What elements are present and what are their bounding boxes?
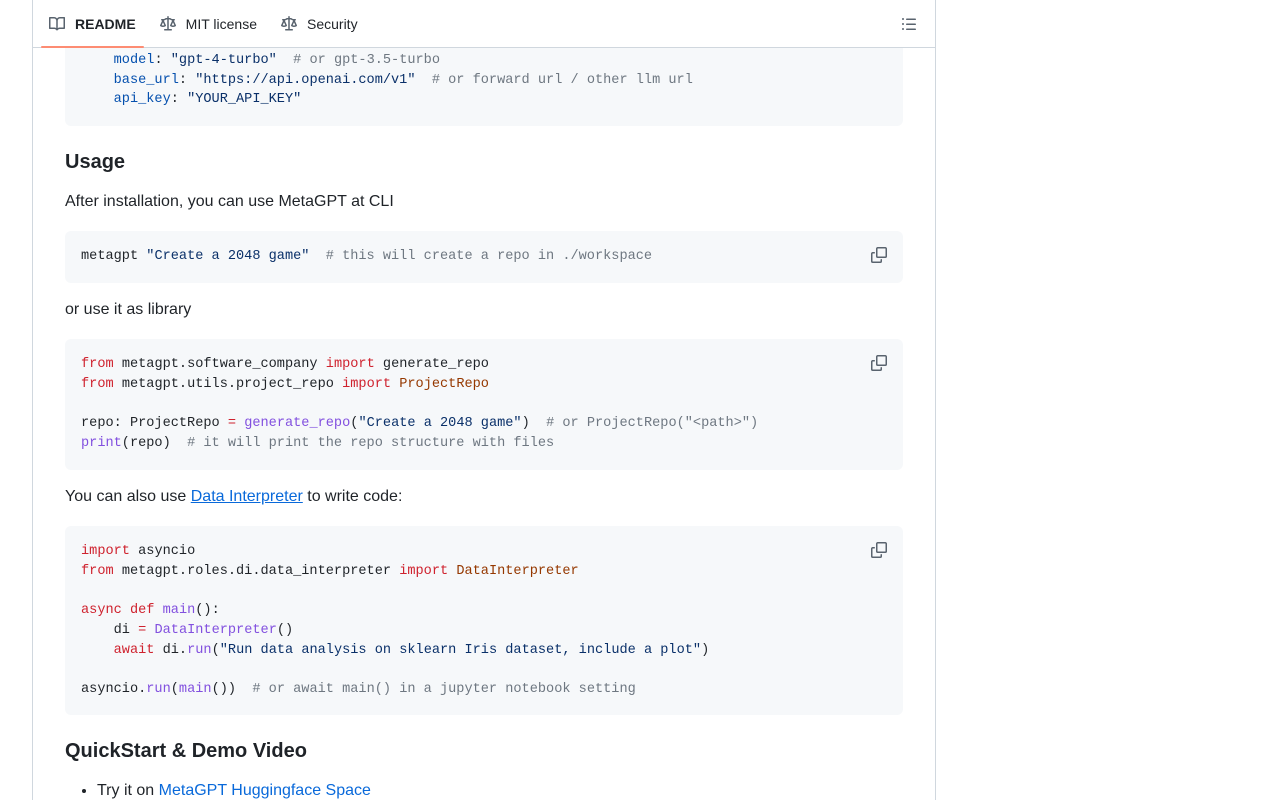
copy-button[interactable] xyxy=(869,245,889,265)
tab-readme-label: README xyxy=(75,15,136,32)
cli-code-block: metagpt "Create a 2048 game" # this will… xyxy=(65,231,903,283)
library-code-block: from metagpt.software_company import gen… xyxy=(65,339,903,470)
copy-icon xyxy=(871,542,887,558)
copy-icon xyxy=(871,247,887,263)
tab-security-label: Security xyxy=(307,15,358,32)
library-text: or use it as library xyxy=(65,301,192,318)
data-interpreter-link[interactable]: Data Interpreter xyxy=(191,488,303,505)
quickstart-heading: QuickStart & Demo Video xyxy=(65,740,307,762)
tab-readme[interactable]: README xyxy=(41,0,144,48)
huggingface-space-link[interactable]: MetaGPT Huggingface Space xyxy=(159,782,371,799)
readme-tab-bar: README MIT license Security xyxy=(32,0,936,48)
copy-button[interactable] xyxy=(869,540,889,560)
usage-heading: Usage xyxy=(65,151,126,173)
book-icon xyxy=(49,16,65,30)
outline-toggle-button[interactable] xyxy=(899,14,919,34)
copy-button[interactable] xyxy=(869,353,889,373)
copy-icon xyxy=(871,355,887,371)
list-item: Try it on MetaGPT Huggingface Space xyxy=(97,782,371,800)
data-interpreter-code-block: import asyncio from metagpt.roles.di.dat… xyxy=(65,526,903,715)
list-unordered-icon xyxy=(902,18,916,30)
tab-license[interactable]: MIT license xyxy=(152,0,265,48)
scale-icon xyxy=(281,15,297,30)
scale-icon xyxy=(159,15,176,30)
tab-license-label: MIT license xyxy=(185,15,257,32)
interpreter-text: You can also use Data Interpreter to wri… xyxy=(65,488,403,505)
quickstart-list: Try it on MetaGPT Huggingface Space xyxy=(97,782,371,800)
tab-security[interactable]: Security xyxy=(273,0,366,48)
usage-intro: After installation, you can use MetaGPT … xyxy=(65,193,394,210)
